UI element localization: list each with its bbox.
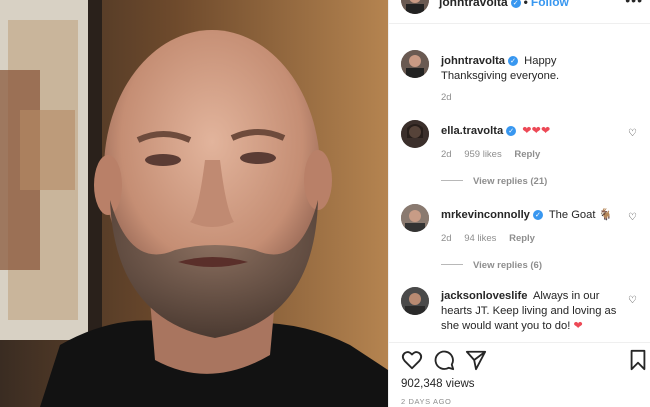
comment-icon[interactable] bbox=[433, 349, 455, 371]
commenter-avatar[interactable] bbox=[401, 287, 429, 315]
hearts-emoji: ❤❤❤ bbox=[522, 125, 551, 137]
comment-likes[interactable]: 959 likes bbox=[464, 149, 502, 160]
verified-badge-icon: ✓ bbox=[532, 210, 543, 220]
commenter-avatar[interactable] bbox=[401, 120, 429, 148]
bookmark-icon[interactable] bbox=[627, 349, 649, 371]
replies-divider bbox=[441, 264, 463, 265]
commenter-avatar[interactable] bbox=[401, 204, 429, 232]
commenter-username[interactable]: mrkevinconnolly ✓ bbox=[441, 209, 543, 221]
view-replies-button[interactable]: View replies (21) bbox=[441, 176, 547, 187]
like-comment-heart-icon[interactable]: ♡ bbox=[628, 295, 637, 306]
more-options-icon[interactable]: ••• bbox=[625, 0, 643, 8]
verified-badge-icon: ✓ bbox=[506, 126, 517, 136]
reply-button[interactable]: Reply bbox=[514, 149, 540, 160]
action-bar bbox=[389, 342, 650, 378]
caption-avatar[interactable] bbox=[401, 50, 429, 78]
comment-age: 2d bbox=[441, 149, 452, 160]
like-comment-heart-icon[interactable]: ♡ bbox=[628, 212, 637, 223]
verified-badge-icon: ✓ bbox=[508, 56, 519, 66]
follow-button[interactable]: Follow bbox=[531, 0, 569, 9]
view-count[interactable]: 902,348 views bbox=[401, 378, 475, 390]
separator-dot: • bbox=[523, 0, 528, 9]
comment-likes[interactable]: 94 likes bbox=[464, 233, 496, 244]
post-sidebar: johntravolta ✓ • Follow ••• johntravolta ✓ H… bbox=[388, 0, 650, 407]
heart-icon[interactable] bbox=[401, 349, 423, 371]
heart-emoji: ❤ bbox=[573, 320, 583, 332]
share-icon[interactable] bbox=[465, 349, 487, 371]
post-timestamp: 2 DAYS AGO bbox=[401, 397, 452, 406]
author-username[interactable]: johntravolta bbox=[439, 0, 508, 9]
comment-age: 2d bbox=[441, 233, 452, 244]
caption-age: 2d bbox=[441, 92, 452, 103]
reply-button[interactable]: Reply bbox=[509, 233, 535, 244]
post-video[interactable] bbox=[0, 0, 388, 407]
author-avatar[interactable] bbox=[401, 0, 429, 14]
view-replies-button[interactable]: View replies (6) bbox=[441, 260, 542, 271]
comment-text: The Goat 🐐 bbox=[548, 209, 613, 221]
commenter-username[interactable]: ella.travolta ✓ bbox=[441, 125, 517, 137]
replies-divider bbox=[441, 180, 463, 181]
like-comment-heart-icon[interactable]: ♡ bbox=[628, 128, 637, 139]
video-frame bbox=[0, 0, 388, 407]
caption-username[interactable]: johntravolta ✓ bbox=[441, 55, 519, 67]
commenter-username[interactable]: jacksonloveslife bbox=[441, 290, 527, 302]
post-header: johntravolta ✓ • Follow ••• bbox=[389, 0, 650, 24]
verified-badge-icon: ✓ bbox=[510, 0, 521, 8]
